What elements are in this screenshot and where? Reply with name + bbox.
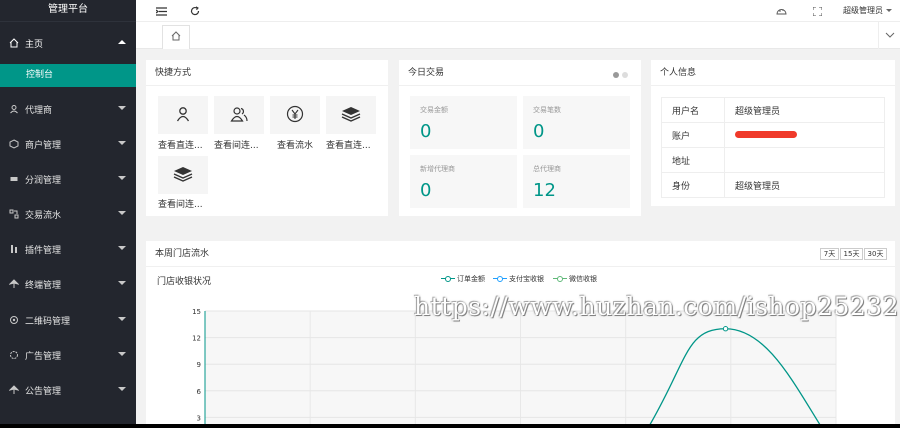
y-tick-label: 6 bbox=[197, 388, 202, 396]
window-bottom-edge bbox=[0, 424, 900, 428]
y-tick-label: 15 bbox=[192, 308, 201, 316]
y-tick-label: 3 bbox=[197, 414, 201, 422]
data-point bbox=[722, 326, 729, 332]
y-tick-label: 9 bbox=[197, 361, 201, 369]
store-flow-chart: 3 6 9 12 15 bbox=[192, 308, 837, 428]
y-tick-label: 12 bbox=[192, 335, 201, 343]
